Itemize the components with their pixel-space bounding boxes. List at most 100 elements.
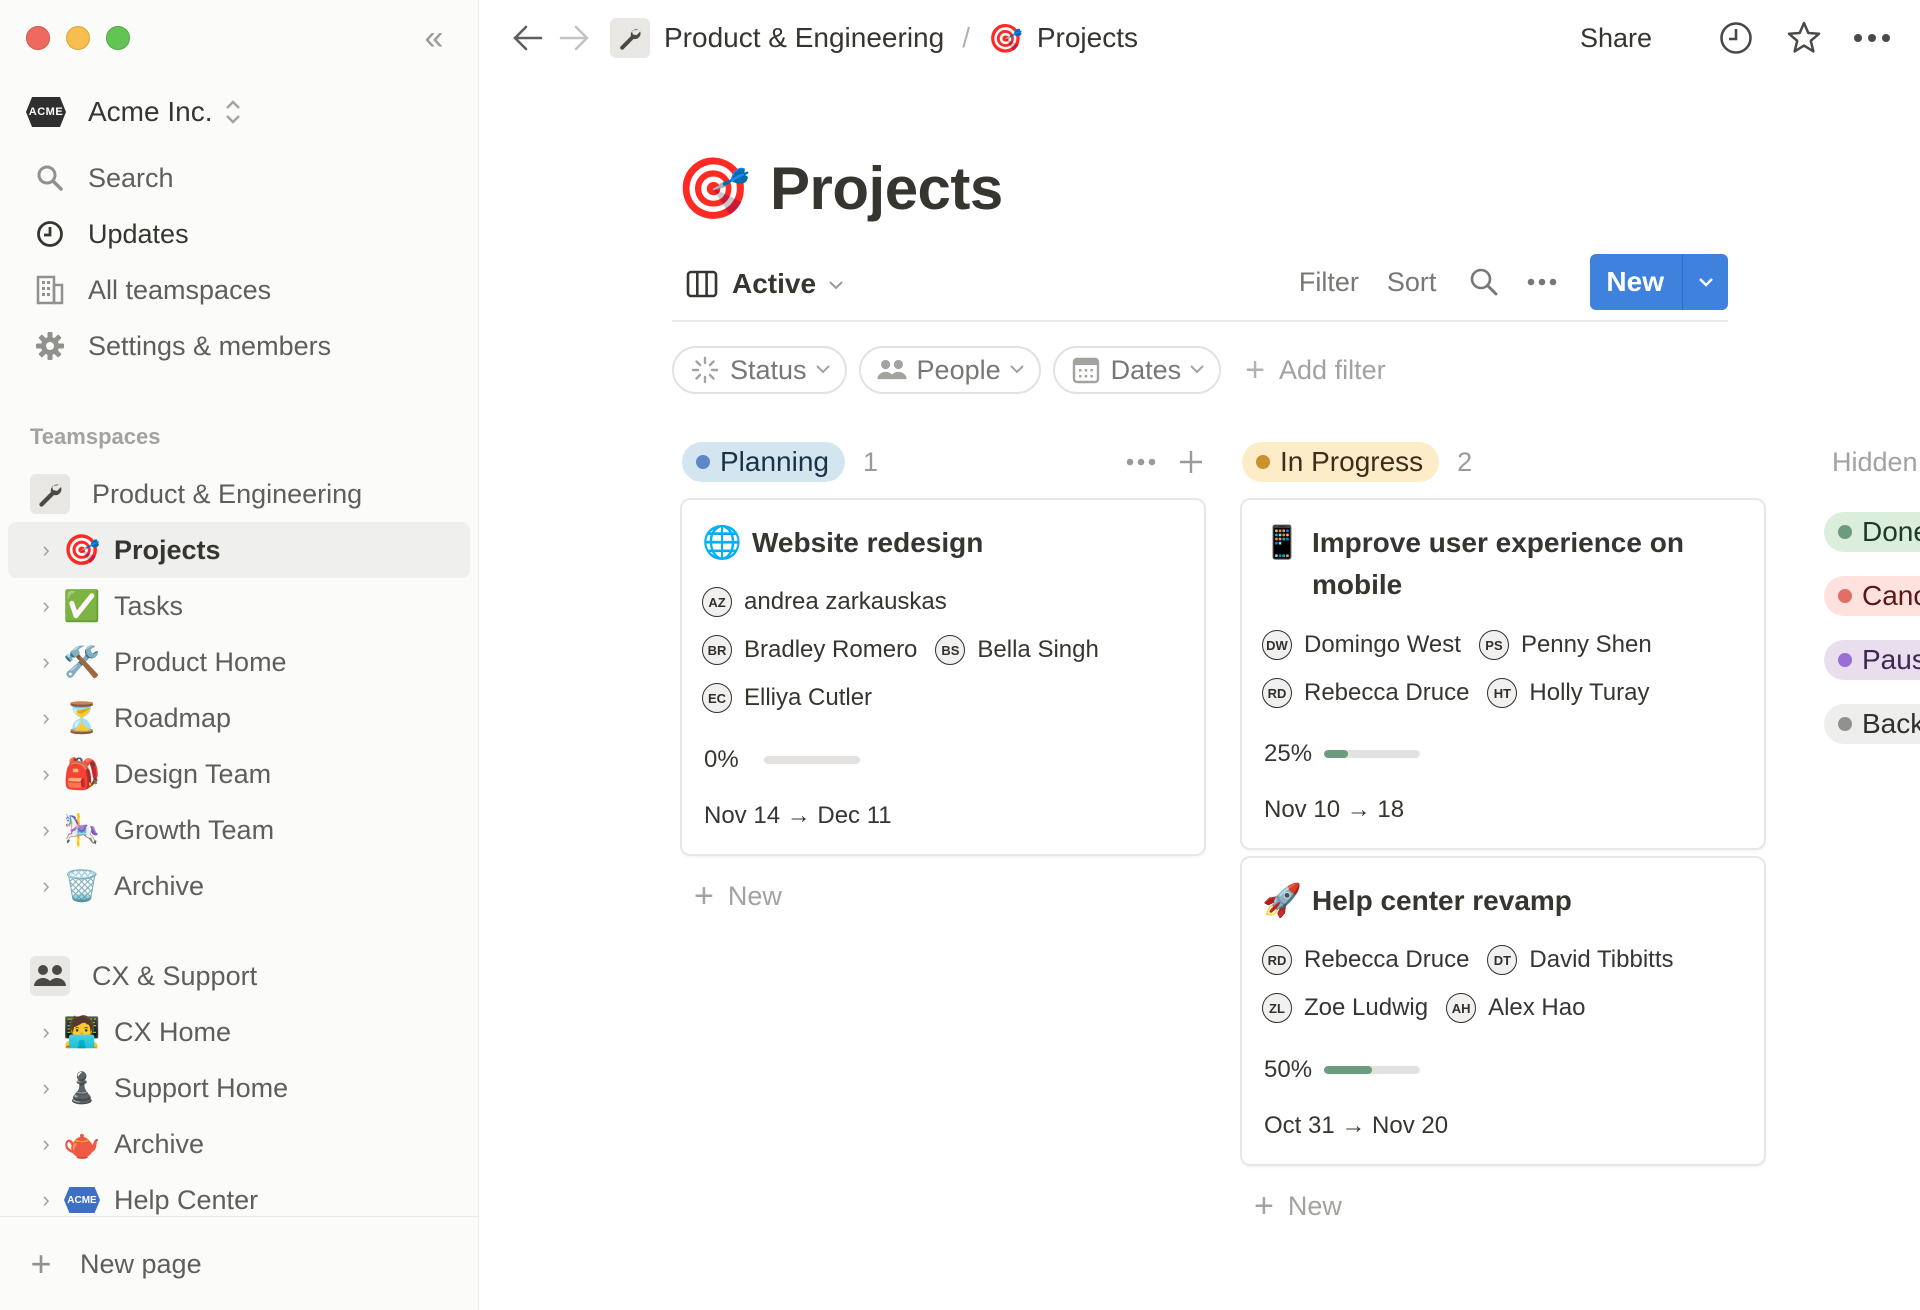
sidebar-page-cx-archive[interactable]: › 🫖 Archive [8, 1116, 470, 1172]
board-card[interactable]: 📱 Improve user experience on mobile DW Do… [1242, 500, 1764, 848]
checkmark-icon: ✅ [63, 589, 101, 623]
board-column-header-in-progress: In Progress 2 [1242, 442, 1764, 482]
breadcrumb-teamspace[interactable]: Product & Engineering [664, 22, 944, 54]
teamspace-header[interactable]: CX & Support [8, 948, 470, 1004]
add-filter-button[interactable]: + Add filter [1245, 351, 1385, 390]
status-pill-planning[interactable]: Planning [682, 442, 845, 482]
person-name: Zoe Ludwig [1304, 994, 1429, 1021]
status-label: In Progress [1280, 446, 1424, 477]
teamspace-name: CX & Support [92, 960, 258, 991]
filter-chip-people[interactable]: People [858, 346, 1041, 394]
sort-button[interactable]: Sort [1387, 267, 1437, 298]
sidebar-page-label: Archive [114, 1128, 205, 1159]
hourglass-icon: ⏳ [63, 701, 101, 735]
page-icon-target[interactable]: 🎯 [676, 153, 754, 224]
person: BS Bella Singh [935, 635, 1099, 665]
sidebar-page-roadmap[interactable]: › ⏳ Roadmap [8, 690, 470, 746]
chevron-right-icon[interactable]: › [30, 873, 62, 899]
share-button[interactable]: Share [1580, 23, 1652, 54]
people-row: EC Elliya Cutler [702, 674, 1184, 722]
workspace-switcher[interactable]: ACME Acme Inc. [26, 88, 242, 136]
forward-button[interactable] [554, 16, 594, 60]
card-people: DW Domingo West PS Penny Shen RD Rebecca Dr… [1262, 621, 1744, 717]
chevron-right-icon[interactable]: › [30, 761, 62, 787]
sidebar-page-cx-home[interactable]: › 🧑‍💻 CX Home [8, 1004, 470, 1060]
sidebar-page-product-home[interactable]: › 🛠️ Product Home [8, 634, 470, 690]
window-minimize-button[interactable] [66, 26, 90, 50]
board-column-header-planning: Planning 1 [682, 442, 1204, 482]
column-more-button[interactable] [1126, 458, 1156, 466]
person-name: andrea zarkauskas [744, 588, 947, 615]
column-count: 2 [1457, 446, 1473, 477]
sidebar-page-archive[interactable]: › 🗑️ Archive [8, 858, 470, 914]
hidden-groups-title: Hidden [1832, 447, 1918, 477]
updates-button[interactable] [1714, 16, 1758, 60]
progress-bar [764, 756, 860, 764]
sidebar-page-tasks[interactable]: › ✅ Tasks [8, 578, 470, 634]
status-dot [1838, 525, 1852, 539]
card-dates: Nov 14 → Dec 11 [704, 802, 892, 829]
avatar: BR [702, 635, 732, 665]
board-card[interactable]: 🌐 Website redesign AZ andrea zarkauskas B… [682, 500, 1204, 854]
sidebar-item-all-teamspaces[interactable]: All teamspaces [8, 262, 470, 318]
sidebar-page-support-home[interactable]: › ♟️ Support Home [8, 1060, 470, 1116]
person: RD Rebecca Druce [1262, 678, 1469, 708]
hidden-group-done[interactable]: Done [1824, 512, 1920, 552]
calendar-icon [1071, 355, 1101, 385]
status-pill-in-progress[interactable]: In Progress [1242, 442, 1440, 482]
chevron-right-icon[interactable]: › [30, 593, 62, 619]
sidebar-item-search[interactable]: Search [8, 150, 470, 206]
view-more-button[interactable] [1522, 262, 1562, 302]
sidebar-item-updates[interactable]: Updates [8, 206, 470, 262]
chevron-right-icon[interactable]: › [30, 705, 62, 731]
board-card[interactable]: 🚀 Help center revamp RD Rebecca Druce DT D… [1242, 858, 1764, 1164]
sidebar-page-projects[interactable]: › 🎯 Projects [8, 522, 470, 578]
chevron-right-icon[interactable]: › [30, 1075, 62, 1101]
people-row: AZ andrea zarkauskas [702, 578, 1184, 626]
new-record-dropdown[interactable] [1682, 254, 1728, 310]
page-title[interactable]: Projects [770, 154, 1003, 223]
window-controls [26, 26, 130, 50]
sidebar-item-settings[interactable]: Settings & members [8, 318, 470, 374]
sidebar: « ACME Acme Inc. Search Updates All team… [0, 0, 479, 1310]
chevron-right-icon[interactable]: › [30, 1019, 62, 1045]
sidebar-page-design-team[interactable]: › 🎒 Design Team [8, 746, 470, 802]
people-row: DW Domingo West PS Penny Shen [1262, 621, 1744, 669]
chevron-right-icon[interactable]: › [30, 537, 62, 563]
favorite-button[interactable] [1782, 16, 1826, 60]
hidden-group-paused[interactable]: Paused [1824, 640, 1920, 680]
column-new-button[interactable]: + New [1254, 1184, 1342, 1228]
collapse-sidebar-button[interactable]: « [414, 18, 454, 58]
new-record-button[interactable]: New [1590, 254, 1682, 310]
new-page-button[interactable]: + New page [26, 1239, 201, 1289]
status-label: Canceled [1862, 580, 1920, 611]
more-options-button[interactable] [1850, 16, 1894, 60]
chevron-right-icon[interactable]: › [30, 817, 62, 843]
filter-chip-label: Dates [1110, 354, 1182, 385]
filter-chip-status[interactable]: Status [672, 346, 847, 394]
window-maximize-button[interactable] [106, 26, 130, 50]
teamspace-header[interactable]: Product & Engineering [8, 466, 470, 522]
help-center-logo: ACME [64, 1187, 100, 1213]
view-tab-active[interactable]: Active [686, 264, 844, 304]
column-count: 1 [862, 446, 879, 477]
sidebar-page-growth-team[interactable]: › 🎠 Growth Team [8, 802, 470, 858]
search-button[interactable] [1464, 262, 1504, 302]
chevron-right-icon[interactable]: › [30, 1187, 62, 1213]
breadcrumb-page[interactable]: Projects [1037, 22, 1138, 54]
column-new-button[interactable]: + New [694, 874, 782, 918]
column-add-button[interactable] [1178, 449, 1204, 475]
back-button[interactable] [508, 16, 548, 60]
sidebar-page-label: Tasks [114, 590, 184, 621]
hidden-group-canceled[interactable]: Canceled [1824, 576, 1920, 616]
avatar: DW [1262, 630, 1292, 660]
chevron-right-icon[interactable]: › [30, 1131, 62, 1157]
people-row: ZL Zoe Ludwig AH Alex Hao [1262, 984, 1744, 1032]
person: AZ andrea zarkauskas [702, 587, 947, 617]
window-close-button[interactable] [26, 26, 50, 50]
avatar: AH [1446, 993, 1477, 1023]
hidden-group-backlog[interactable]: Backlog [1824, 704, 1920, 744]
chevron-right-icon[interactable]: › [30, 649, 62, 675]
filter-button[interactable]: Filter [1299, 267, 1359, 298]
filter-chip-dates[interactable]: Dates [1052, 346, 1222, 394]
